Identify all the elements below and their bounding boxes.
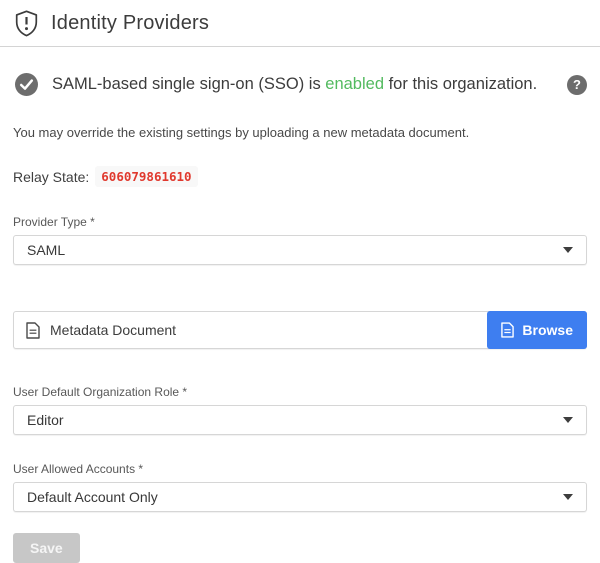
provider-type-value: SAML [27,242,65,258]
question-circle-icon[interactable]: ? [567,75,587,95]
sso-status-row: SAML-based single sign-on (SSO) is enabl… [15,73,587,96]
save-button[interactable]: Save [13,533,80,563]
caret-down-icon [563,247,573,253]
status-enabled-badge: enabled [325,75,384,93]
provider-type-select[interactable]: SAML [13,235,587,265]
allowed-accounts-group: User Allowed Accounts * Default Account … [13,462,587,512]
default-role-label: User Default Organization Role * [13,385,587,399]
browse-button-label: Browse [522,322,573,338]
metadata-document-label: Metadata Document [50,322,176,338]
provider-type-group: Provider Type * SAML [13,215,587,265]
provider-type-label: Provider Type * [13,215,587,229]
allowed-accounts-select[interactable]: Default Account Only [13,482,587,512]
page-header: Identity Providers [0,0,600,47]
metadata-document-field[interactable]: Metadata Document [14,312,487,348]
status-text-before: SAML-based single sign-on (SSO) is [52,75,325,93]
override-description: You may override the existing settings b… [13,125,587,140]
relay-state-row: Relay State: 606079861610 [13,166,587,187]
caret-down-icon [563,417,573,423]
relay-state-label: Relay State: [13,169,89,185]
check-circle-icon [15,73,38,96]
relay-state-value: 606079861610 [95,166,197,187]
default-role-value: Editor [27,412,64,428]
caret-down-icon [563,494,573,500]
document-icon [26,322,40,339]
allowed-accounts-value: Default Account Only [27,489,158,505]
sso-status-text: SAML-based single sign-on (SSO) is enabl… [52,75,537,94]
metadata-document-input: Metadata Document Browse [13,311,587,349]
default-role-select[interactable]: Editor [13,405,587,435]
identity-providers-page: Identity Providers SAML-based single sig… [0,0,600,563]
shield-exclamation-icon [15,10,38,37]
status-text-after: for this organization. [384,75,537,93]
page-title: Identity Providers [51,12,209,35]
allowed-accounts-label: User Allowed Accounts * [13,462,587,476]
browse-button[interactable]: Browse [487,311,587,349]
default-role-group: User Default Organization Role * Editor [13,385,587,435]
document-icon [501,322,514,338]
